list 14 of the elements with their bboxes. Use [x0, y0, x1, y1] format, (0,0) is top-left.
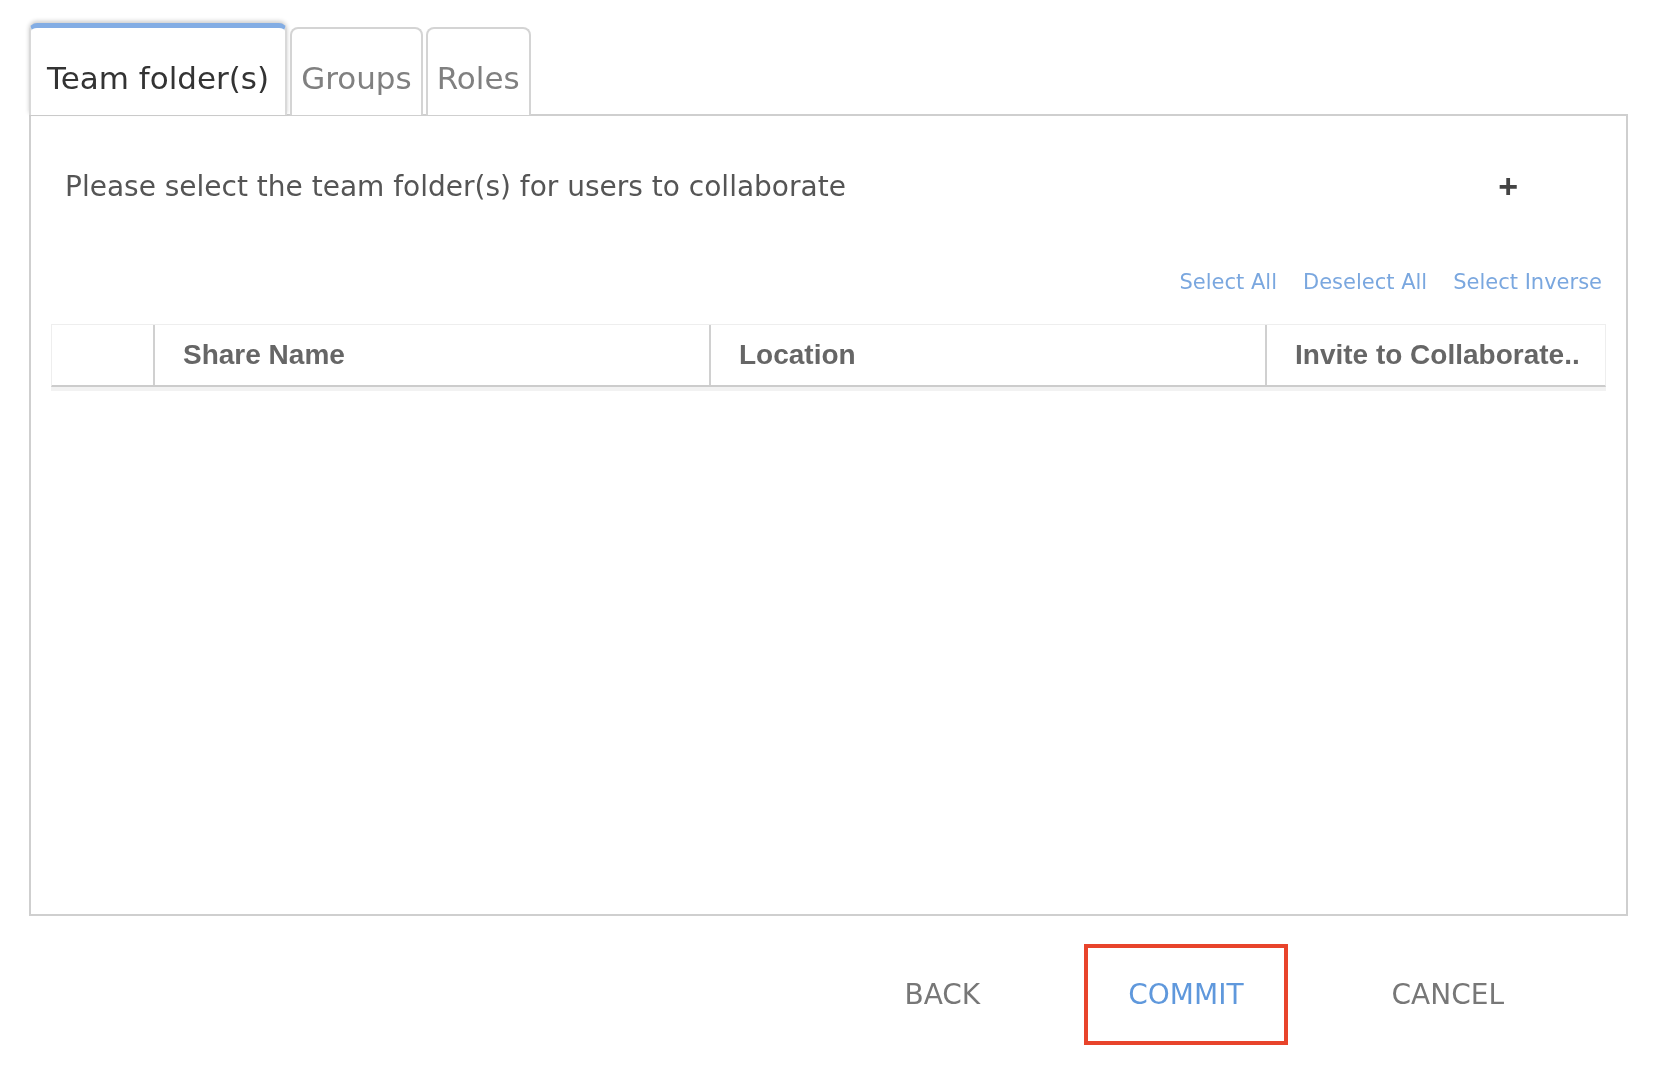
action-button[interactable]: BACK: [860, 944, 1025, 1045]
selection-link[interactable]: Select Inverse: [1453, 270, 1602, 294]
action-button[interactable]: COMMIT: [1084, 944, 1288, 1045]
action-button[interactable]: CANCEL: [1347, 944, 1548, 1045]
selection-link[interactable]: Deselect All: [1303, 270, 1428, 294]
column-header[interactable]: Share Name: [183, 339, 345, 371]
selection-link[interactable]: Select All: [1179, 270, 1277, 294]
instruction-text: Please select the team folder(s) for users to collaborate: [65, 169, 846, 203]
add-button[interactable]: +: [1498, 169, 1518, 203]
tab[interactable]: Team folder(s): [29, 23, 288, 115]
column-header[interactable]: Invite to Collaborate..: [1295, 339, 1580, 371]
tab[interactable]: Groups: [290, 27, 423, 115]
column-header[interactable]: Location: [739, 339, 856, 371]
tab[interactable]: Roles: [425, 27, 531, 115]
